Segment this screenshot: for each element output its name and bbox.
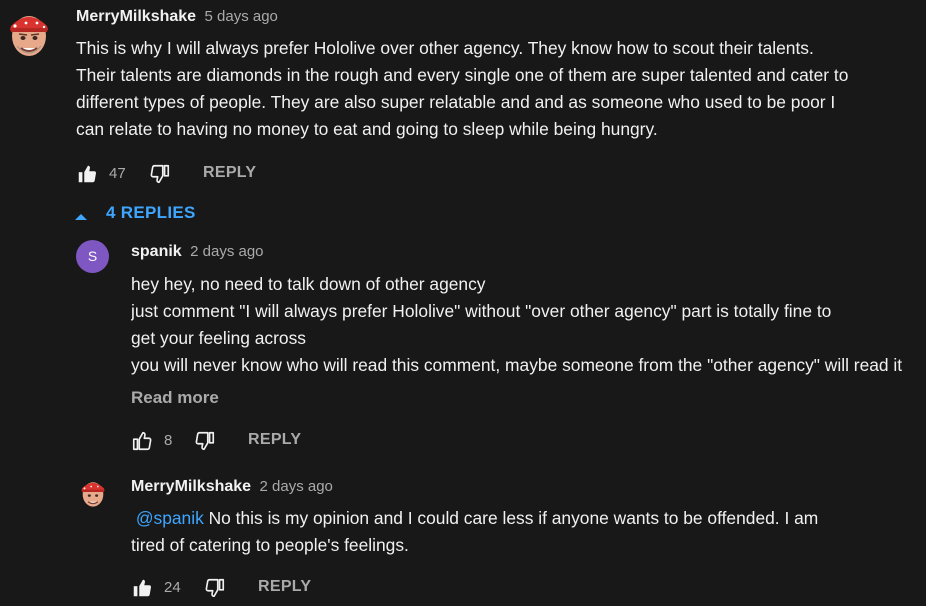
comment-text-line: can relate to having no money to eat and… [76, 119, 658, 139]
mention-link[interactable]: @spanik [136, 508, 204, 528]
thumbs-down-icon[interactable] [149, 163, 171, 185]
comment-text-line: different types of people. They are also… [76, 92, 836, 112]
reply-timestamp[interactable]: 2 days ago [260, 478, 333, 495]
reply-button[interactable]: REPLY [203, 164, 256, 182]
reply-text-line: get your feeling across [131, 328, 306, 348]
like-count: 8 [164, 432, 173, 449]
thumbs-down-icon[interactable] [194, 430, 216, 452]
comment-author[interactable]: MerryMilkshake [76, 8, 196, 25]
comment-actions: 47 REPLY [76, 163, 276, 187]
like-count: 24 [164, 579, 181, 596]
thumbs-down-icon[interactable] [204, 577, 226, 599]
comment-avatar[interactable] [4, 4, 54, 60]
reply-author[interactable]: spanik [131, 243, 182, 260]
comment-text: This is why I will always prefer Hololiv… [76, 35, 926, 143]
like-count: 47 [109, 165, 126, 182]
reply-timestamp[interactable]: 2 days ago [190, 243, 263, 260]
thumbs-up-icon[interactable] [131, 430, 153, 452]
comment-timestamp[interactable]: 5 days ago [205, 8, 278, 25]
reply-text: hey hey, no need to talk down of other a… [131, 271, 926, 379]
reply-avatar[interactable] [77, 475, 109, 507]
reply-text-line: you will never know who will read this c… [131, 355, 903, 375]
replies-count-label: 4 REPLIES [106, 203, 196, 222]
thumbs-up-filled-icon[interactable] [131, 577, 153, 599]
reply-author[interactable]: MerryMilkshake [131, 478, 251, 495]
reply-actions: 24 REPLY [131, 577, 331, 601]
reply-text-line: hey hey, no need to talk down of other a… [131, 274, 486, 294]
reply-text-segment: No this is my opinion and I could care l… [203, 508, 819, 528]
caret-up-icon [74, 209, 88, 227]
comment-text-line: This is why I will always prefer Hololiv… [76, 38, 814, 58]
reply-button[interactable]: REPLY [258, 578, 311, 596]
comment-text-line: Their talents are diamonds in the rough … [76, 65, 849, 85]
reply-text-line: @spanik No this is my opinion and I coul… [131, 505, 926, 532]
reply-text-line: tired of catering to people's feelings. [131, 535, 409, 555]
reply-text-line: just comment "I will always prefer Holol… [131, 301, 832, 321]
read-more-link[interactable]: Read more [131, 388, 219, 408]
reply-button[interactable]: REPLY [248, 431, 301, 449]
thumbs-up-filled-icon[interactable] [76, 163, 98, 185]
reply-avatar[interactable]: S [76, 240, 109, 273]
reply-text: @spanik No this is my opinion and I coul… [131, 505, 926, 559]
reply-actions: 8 REPLY [131, 430, 331, 454]
